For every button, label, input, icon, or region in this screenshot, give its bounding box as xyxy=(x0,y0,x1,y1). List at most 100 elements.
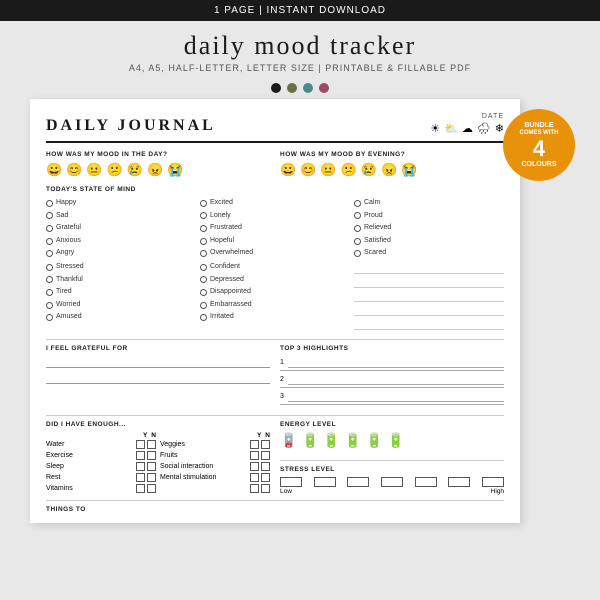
eve-emoji-2[interactable]: 😊 xyxy=(300,162,316,178)
stress-box-1[interactable] xyxy=(280,477,302,487)
yn-n-0-right[interactable] xyxy=(261,440,270,449)
state-satisfied: Satisfied xyxy=(354,235,504,248)
radio-scared[interactable] xyxy=(354,250,361,257)
stress-box-4[interactable] xyxy=(381,477,403,487)
radio-embarrassed[interactable] xyxy=(200,302,207,309)
battery-4[interactable]: 🔋 xyxy=(366,432,383,449)
eve-emoji-4[interactable]: 😕 xyxy=(341,162,357,178)
grateful-field-2[interactable] xyxy=(46,372,270,384)
eve-emoji-3[interactable]: 😐 xyxy=(320,162,336,178)
yn-n-4-right[interactable] xyxy=(261,484,270,493)
yn-n-1-left[interactable] xyxy=(147,451,156,460)
yn-y-3-right[interactable] xyxy=(250,473,259,482)
state-label: TODAY'S STATE OF MIND xyxy=(46,186,504,193)
yn-y-2-right[interactable] xyxy=(250,462,259,471)
journal-title: DAILY JOURNAL xyxy=(46,117,216,135)
state-col-3: Calm Proud Relieved Satisfied Scared xyxy=(354,197,504,260)
yn-y-3-left[interactable] xyxy=(136,473,145,482)
yn-n-3-left[interactable] xyxy=(147,473,156,482)
stress-box-6[interactable] xyxy=(448,477,470,487)
state-confident: Confident xyxy=(200,261,350,274)
yn-y-0-left[interactable] xyxy=(136,440,145,449)
enough-left-row-4: Vitamins xyxy=(46,484,156,493)
snow-icon: ❄ xyxy=(495,122,504,135)
radio-relieved[interactable] xyxy=(354,225,361,232)
enough-section: DID I HAVE ENOUGH... YN WaterExerciseSle… xyxy=(46,421,270,495)
state-disappointed: Disappointed xyxy=(200,286,350,299)
eve-emoji-1[interactable]: 😀 xyxy=(280,162,296,178)
mood-evening-label: HOW WAS MY MOOD BY EVENING? xyxy=(280,151,504,158)
stress-box-7[interactable] xyxy=(482,477,504,487)
radio-tired[interactable] xyxy=(46,289,53,296)
stress-label: STRESS LEVEL xyxy=(280,466,504,473)
radio-amused[interactable] xyxy=(46,314,53,321)
radio-worried[interactable] xyxy=(46,302,53,309)
battery-1[interactable]: 🔋 xyxy=(301,432,318,449)
yn-n-0-left[interactable] xyxy=(147,440,156,449)
radio-lonely[interactable] xyxy=(200,212,207,219)
radio-sad[interactable] xyxy=(46,212,53,219)
radio-depressed[interactable] xyxy=(200,276,207,283)
radio-anxious[interactable] xyxy=(46,238,53,245)
yn-n-4-left[interactable] xyxy=(147,484,156,493)
main-title: daily mood tracker xyxy=(129,31,471,61)
yn-y-0-right[interactable] xyxy=(250,440,259,449)
highlight-1-field[interactable] xyxy=(288,358,504,368)
yn-y-2-left[interactable] xyxy=(136,462,145,471)
state-relieved: Relieved xyxy=(354,222,504,235)
state-irritated: Irritated xyxy=(200,311,350,324)
radio-stressed[interactable] xyxy=(46,264,53,271)
radio-irritated[interactable] xyxy=(200,314,207,321)
enough-right-rows: VeggiesFruitsSocial interactionMental st… xyxy=(160,440,270,493)
emoji-5[interactable]: 😢 xyxy=(127,162,143,178)
highlight-2-field[interactable] xyxy=(288,375,504,385)
stress-box-2[interactable] xyxy=(314,477,336,487)
stress-box-5[interactable] xyxy=(415,477,437,487)
eve-emoji-5[interactable]: 😢 xyxy=(361,162,377,178)
battery-2[interactable]: 🔋 xyxy=(323,432,340,449)
yn-n-2-left[interactable] xyxy=(147,462,156,471)
radio-angry[interactable] xyxy=(46,250,53,257)
date-section: DATE ☀ ⛅ ☁ 🌧 ❄ xyxy=(430,113,504,135)
radio-hopeful[interactable] xyxy=(200,238,207,245)
yn-y-4-left[interactable] xyxy=(136,484,145,493)
radio-proud[interactable] xyxy=(354,212,361,219)
dot-black xyxy=(271,83,281,93)
radio-overwhelmed[interactable] xyxy=(200,250,207,257)
yn-y-4-right[interactable] xyxy=(250,484,259,493)
radio-happy[interactable] xyxy=(46,200,53,207)
enough-right-row-0: Veggies xyxy=(160,440,270,449)
battery-3[interactable]: 🔋 xyxy=(344,432,361,449)
yn-n-1-right[interactable] xyxy=(261,451,270,460)
dot-mauve xyxy=(319,83,329,93)
radio-grateful[interactable] xyxy=(46,225,53,232)
emoji-3[interactable]: 😐 xyxy=(86,162,102,178)
yn-y-1-right[interactable] xyxy=(250,451,259,460)
yn-y-1-left[interactable] xyxy=(136,451,145,460)
yn-n-2-right[interactable] xyxy=(261,462,270,471)
radio-satisfied[interactable] xyxy=(354,238,361,245)
grateful-field-1[interactable] xyxy=(46,356,270,368)
emoji-6[interactable]: 😠 xyxy=(147,162,163,178)
stress-box-3[interactable] xyxy=(347,477,369,487)
highlight-3-field[interactable] xyxy=(288,392,504,402)
eve-emoji-6[interactable]: 😠 xyxy=(381,162,397,178)
eve-emoji-7[interactable]: 😭 xyxy=(401,162,417,178)
journal-page: DAILY JOURNAL DATE ☀ ⛅ ☁ 🌧 ❄ HOW WAS MY … xyxy=(30,99,520,523)
emoji-1[interactable]: 😀 xyxy=(46,162,62,178)
radio-excited[interactable] xyxy=(200,200,207,207)
battery-0[interactable]: 🪫 xyxy=(280,432,297,449)
emoji-2[interactable]: 😊 xyxy=(66,162,82,178)
radio-confident[interactable] xyxy=(200,264,207,271)
radio-thankful[interactable] xyxy=(46,276,53,283)
yn-header-left: YN xyxy=(46,432,156,439)
yn-n-3-right[interactable] xyxy=(261,473,270,482)
yn-header-right: YN xyxy=(160,432,270,439)
emoji-7[interactable]: 😭 xyxy=(167,162,183,178)
battery-5[interactable]: 🔋 xyxy=(387,432,404,449)
emoji-4[interactable]: 😕 xyxy=(107,162,123,178)
radio-disappointed[interactable] xyxy=(200,289,207,296)
radio-calm[interactable] xyxy=(354,200,361,207)
state-overwhelmed: Overwhelmed xyxy=(200,247,350,260)
radio-frustrated[interactable] xyxy=(200,225,207,232)
